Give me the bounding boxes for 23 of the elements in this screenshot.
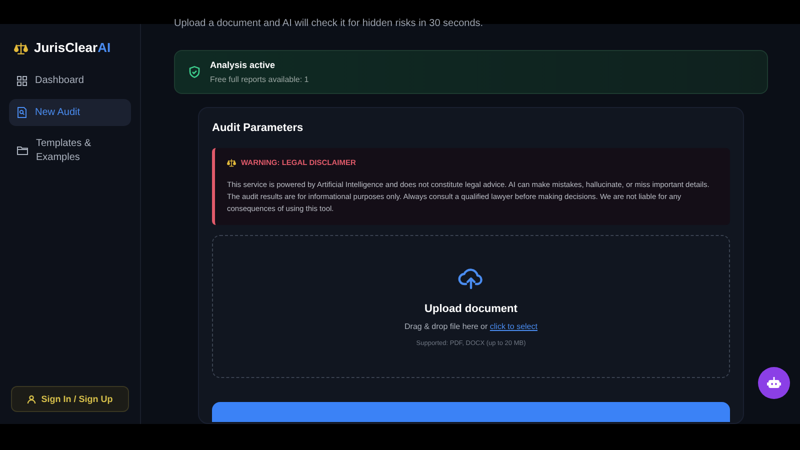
sidebar-item[interactable]: New Audit [9,98,131,126]
sidebar-item[interactable]: Dashboard [9,67,131,94]
status-title: Analysis active [210,60,276,70]
shield-check-icon [189,66,200,78]
panel-title: Audit Parameters [212,122,304,134]
page-subtitle: Upload a document and AI will check it for hidden risks in 30 seconds. [174,18,484,30]
select-file-link[interactable]: click to select [490,322,538,331]
status-detail: Free full reports available: 1 [210,75,309,84]
robot-icon [767,376,781,390]
sign-in-button[interactable]: Sign In / Sign Up [11,386,129,412]
scale-icon [14,40,28,54]
folder-icon [17,146,28,155]
scale-icon [227,158,236,167]
assistant-button[interactable] [758,367,790,399]
upload-hint: Drag & drop file here or [404,322,488,331]
brand-name: JurisClear [34,40,98,55]
grid-icon [17,76,27,86]
upload-title: Upload document [424,303,518,315]
user-icon [27,394,36,404]
brand-suffix: AI [98,40,111,55]
document-search-icon [17,106,27,118]
sidebar-item[interactable]: Templates & Examples [9,130,131,171]
cloud-upload-icon [458,267,484,290]
